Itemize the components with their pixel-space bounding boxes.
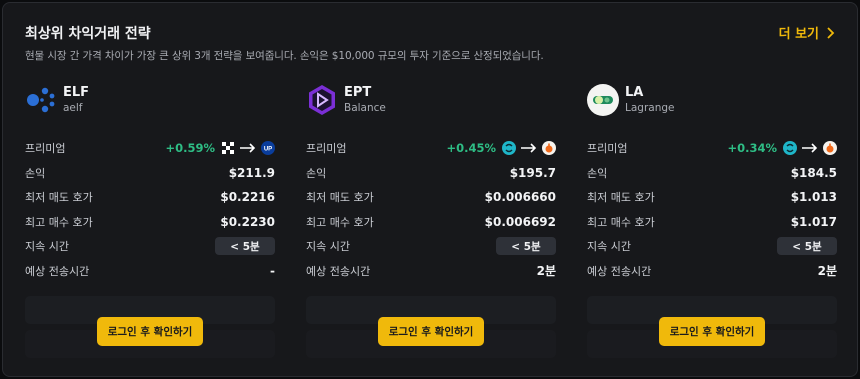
pnl-value: $184.5 — [790, 165, 837, 180]
transfer-time-label: 예상 전송시간 — [587, 264, 652, 278]
login-to-view-button[interactable]: 로그인 후 확인하기 — [659, 317, 765, 346]
arrow-right-icon — [521, 143, 537, 153]
pnl-row: 손익 $211.9 — [25, 161, 275, 186]
view-more-link[interactable]: 더 보기 — [779, 23, 835, 42]
lowest-ask-value: $0.006660 — [484, 190, 556, 205]
coin-name: Balance — [344, 102, 386, 114]
duration-badge: < 5분 — [496, 237, 556, 256]
arrow-right-icon — [240, 143, 256, 153]
view-more-label: 더 보기 — [778, 27, 819, 42]
pnl-row: 손익 $184.5 — [587, 161, 837, 186]
coin-name: Lagrange — [625, 102, 675, 114]
pnl-row: 손익 $195.7 — [306, 161, 556, 186]
duration-row: 지속 시간 < 5분 — [306, 234, 556, 259]
premium-label: 프리미엄 — [587, 142, 628, 156]
transfer-time-row: 예상 전송시간 2분 — [587, 259, 837, 284]
highest-bid-row: 최고 매수 호가 $0.2230 — [25, 210, 275, 235]
duration-row: 지속 시간 < 5분 — [25, 234, 275, 259]
pnl-value: $211.9 — [228, 165, 275, 180]
coin-symbol: LA — [625, 85, 644, 100]
lowest-ask-row: 최저 매도 호가 $1.013 — [587, 185, 837, 210]
pnl-label: 손익 — [306, 166, 327, 180]
pnl-value: $195.7 — [509, 165, 556, 180]
svg-text:UP: UP — [264, 147, 272, 153]
duration-label: 지속 시간 — [25, 240, 69, 254]
panel-title: 최상위 차익거래 전략 — [25, 26, 151, 42]
transfer-time-row: 예상 전송시간 - — [25, 259, 275, 284]
la-logo-icon — [587, 84, 619, 116]
duration-badge: < 5분 — [777, 237, 837, 256]
pnl-label: 손익 — [587, 166, 608, 180]
premium-value: +0.59% — [165, 141, 215, 156]
highest-bid-row: 최고 매수 호가 $0.006692 — [306, 210, 556, 235]
upbit-exchange-icon: UP — [261, 141, 275, 156]
lowest-ask-value: $0.2216 — [220, 190, 275, 205]
highest-bid-value: $0.006692 — [484, 214, 556, 229]
lowest-ask-row: 최저 매도 호가 $0.2216 — [25, 185, 275, 210]
arbitrage-panel: 최상위 차익거래 전략 현물 시장 간 가격 차이가 가장 큰 상위 3개 전략… — [2, 2, 858, 377]
swap-exchange-icon — [502, 141, 516, 156]
strategy-card-la: LA Lagrange 프리미엄 +0.34% 손익 $184.5 최저 매도 … — [587, 83, 837, 283]
coin-name: aelf — [63, 102, 83, 114]
premium-value: +0.34% — [727, 141, 777, 156]
chevron-right-icon — [827, 26, 835, 39]
lowest-ask-value: $1.013 — [790, 190, 837, 205]
lowest-ask-label: 최저 매도 호가 — [587, 191, 655, 205]
login-to-view-button[interactable]: 로그인 후 확인하기 — [97, 317, 203, 346]
strategy-card-ept: EPT Balance 프리미엄 +0.45% 손익 $195.7 최저 매도 … — [306, 83, 556, 283]
lowest-ask-label: 최저 매도 호가 — [306, 191, 374, 205]
highest-bid-value: $1.017 — [790, 214, 837, 229]
panel-subtitle: 현물 시장 간 가격 차이가 가장 큰 상위 3개 전략을 보여줍니다. 손익은… — [25, 50, 544, 62]
duration-badge: < 5분 — [215, 237, 275, 256]
premium-row: 프리미엄 +0.59% UP — [25, 136, 275, 161]
arrow-right-icon — [802, 143, 818, 153]
highest-bid-label: 최고 매수 호가 — [25, 215, 93, 229]
premium-row: 프리미엄 +0.45% — [306, 136, 556, 161]
duration-label: 지속 시간 — [587, 240, 631, 254]
transfer-time-label: 예상 전송시간 — [25, 264, 90, 278]
okx-exchange-icon — [222, 142, 234, 155]
transfer-time-value: - — [270, 263, 275, 278]
transfer-time-value: 2분 — [817, 264, 837, 279]
premium-label: 프리미엄 — [306, 142, 347, 156]
ept-logo-icon — [309, 85, 335, 115]
coin-symbol: ELF — [63, 85, 90, 100]
coin-symbol: EPT — [344, 85, 372, 100]
pnl-label: 손익 — [25, 166, 46, 180]
highest-bid-label: 최고 매수 호가 — [587, 215, 655, 229]
transfer-time-label: 예상 전송시간 — [306, 264, 371, 278]
strategy-card-elf: ELF aelf 프리미엄 +0.59% UP 손익 $211.9 최저 매도 … — [25, 83, 275, 283]
elf-logo-icon — [27, 87, 55, 113]
bithumb-exchange-icon — [542, 141, 556, 156]
transfer-time-value: 2분 — [536, 264, 556, 279]
highest-bid-value: $0.2230 — [220, 214, 275, 229]
premium-row: 프리미엄 +0.34% — [587, 136, 837, 161]
swap-exchange-icon — [783, 141, 797, 156]
lowest-ask-row: 최저 매도 호가 $0.006660 — [306, 185, 556, 210]
lowest-ask-label: 최저 매도 호가 — [25, 191, 93, 205]
transfer-time-row: 예상 전송시간 2분 — [306, 259, 556, 284]
premium-value: +0.45% — [446, 141, 496, 156]
highest-bid-row: 최고 매수 호가 $1.017 — [587, 210, 837, 235]
duration-row: 지속 시간 < 5분 — [587, 234, 837, 259]
premium-label: 프리미엄 — [25, 142, 66, 156]
bithumb-exchange-icon — [823, 141, 837, 156]
highest-bid-label: 최고 매수 호가 — [306, 215, 374, 229]
duration-label: 지속 시간 — [306, 240, 350, 254]
login-to-view-button[interactable]: 로그인 후 확인하기 — [378, 317, 484, 346]
